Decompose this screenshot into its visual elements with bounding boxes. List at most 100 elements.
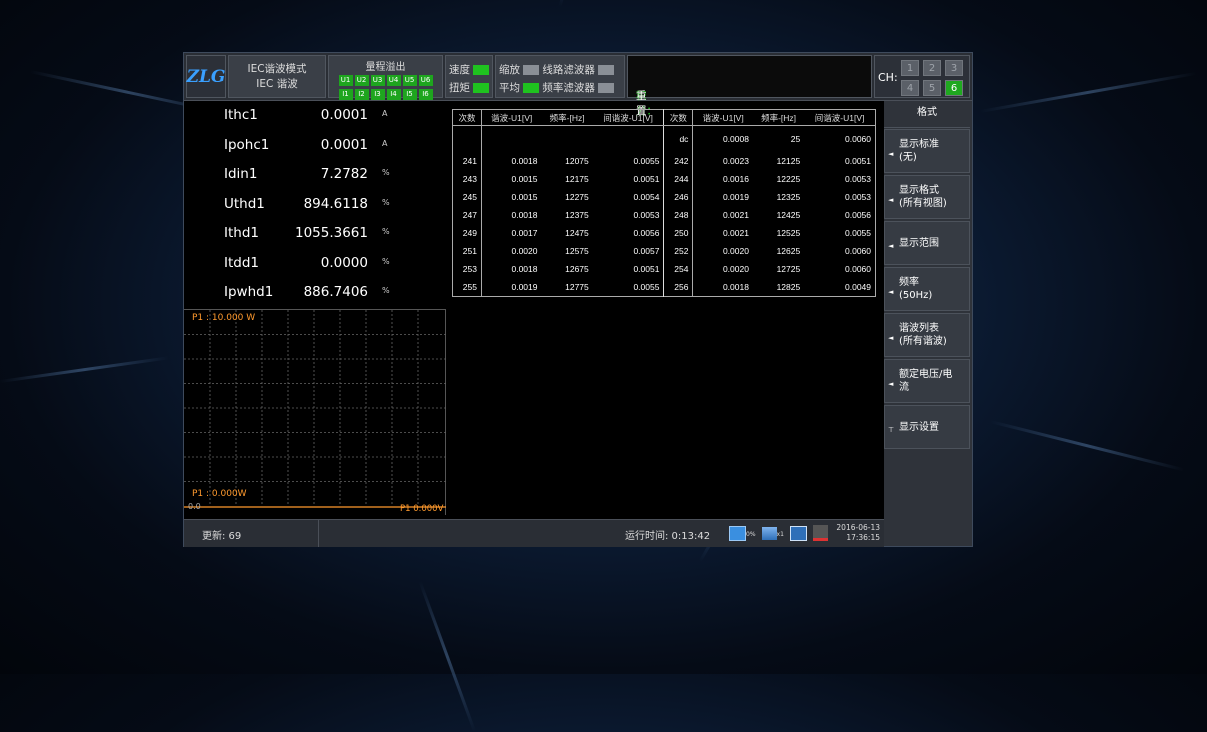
- table-cell: 0.0020: [480, 241, 542, 260]
- table-header-row: 次数 谐波-U1[V] 频率-[Hz] 间谐波-U1[V] 次数 谐波-U1[V] 频率-[…: [452, 109, 876, 126]
- time: 17:36:15: [846, 533, 880, 542]
- status-bar: 更新: 69 运行时间: 0:13:42 0% x1 2016-06-13 17:…: [184, 519, 884, 547]
- table-cell: 12475: [565, 227, 589, 238]
- table-cell: 0.0055: [633, 155, 660, 166]
- average-indicator: [523, 83, 539, 93]
- table-cell: 0.0051: [845, 155, 871, 166]
- table-cell: 12325: [776, 191, 801, 202]
- arrow-left-icon: ◄: [888, 196, 894, 204]
- table-cell: 0.0053: [845, 191, 871, 202]
- menu-item-sublabel: 流: [899, 382, 909, 393]
- table-cell: 12825: [776, 281, 801, 292]
- line-filter-indicator: [597, 65, 614, 75]
- table-cell: 0.0018: [480, 151, 542, 170]
- integration-status: 积分： 重置: [627, 55, 872, 117]
- channel-button-5[interactable]: 5: [923, 80, 941, 96]
- table-cell: 250: [663, 223, 693, 242]
- measurement-row: Idin1 7.2782%: [184, 160, 446, 188]
- menu-item-sublabel: (无): [899, 152, 917, 163]
- menu-item[interactable]: ◄ 显示格式 (所有视图): [884, 175, 970, 219]
- menu-item-sublabel: (所有谐波): [899, 336, 947, 347]
- channel-button-6[interactable]: 6: [945, 80, 963, 96]
- plot-zero-label: 0.0: [188, 502, 201, 511]
- range-indicator-u6: U6: [418, 75, 433, 86]
- menu-item[interactable]: ◄ 显示标准 (无): [884, 129, 970, 173]
- table-cell: 0.0020: [692, 241, 753, 260]
- measurement-row: Ipohc1 0.0001 A: [184, 131, 446, 159]
- runtime: 运行时间: 0:13:42: [625, 531, 711, 542]
- table-cell: 12125: [776, 155, 801, 166]
- table-cell: 0.0051: [633, 173, 660, 184]
- measurement-value: 0.0000: [320, 254, 368, 271]
- background-ray: [418, 580, 477, 732]
- arrow-left-icon: ◄: [888, 242, 894, 250]
- table-header-cell: 间谐波-U1[V]: [804, 109, 876, 126]
- mode-selector[interactable]: IEC谐波模式 IEC 谐波: [228, 55, 326, 98]
- menu-item[interactable]: ◄ 谐波列表 (所有谐波): [884, 313, 970, 357]
- menu-item-sublabel: (所有视图): [899, 198, 947, 209]
- table-cell: 0.0060: [845, 245, 871, 256]
- line-filter-toggle[interactable]: 线路滤波器: [542, 64, 614, 76]
- range-overflow-title: 量程溢出: [365, 62, 406, 73]
- table-header-cell: 频率-[Hz]: [541, 109, 593, 126]
- measurement-row: Ithd1 1055.3661%: [184, 219, 446, 247]
- background-ray: [558, 0, 593, 7]
- table-cell: 0.0015: [480, 187, 542, 206]
- table-cell: 249: [462, 227, 477, 238]
- table-row: 247 0.0018 12375 0.0053 248 0.0021 12425 0.0056: [453, 205, 876, 224]
- table-cell: 0.0018: [692, 277, 753, 296]
- menu-item[interactable]: ◄ 显示范围: [884, 221, 970, 265]
- disk-percent: 0%: [746, 531, 756, 538]
- menu-item-label: 频率: [899, 277, 919, 288]
- freq-filter-indicator: [597, 83, 614, 93]
- measurement-name: Idin1: [224, 166, 258, 182]
- table-row: 241 0.0018 12075 0.0055 242 0.0023 12125 0.0051: [453, 151, 876, 170]
- measurement-unit: %: [382, 286, 390, 295]
- table-cell: 0.0008: [692, 125, 753, 152]
- plot-bottom-label: P1 : 0.000W: [192, 489, 247, 499]
- background-ray: [979, 71, 1197, 113]
- measurement-row: Ipwhd1 886.7406%: [184, 278, 446, 306]
- menu-item[interactable]: ◄ 额定电压/电流: [884, 359, 970, 403]
- table-cell: 12075: [565, 155, 589, 166]
- motor-controls: 速度 扭矩: [445, 55, 493, 98]
- table-cell: 0.0055: [633, 281, 660, 292]
- plot-grid: [184, 310, 446, 508]
- table-cell: 254: [663, 259, 693, 278]
- scale-indicator: [523, 65, 539, 75]
- scale-toggle[interactable]: 缩放: [499, 64, 539, 76]
- network-count: x1: [776, 531, 784, 538]
- disk-icon: [729, 525, 746, 541]
- table-cell: 0.0056: [633, 227, 660, 238]
- channel-button-3[interactable]: 3: [945, 60, 963, 76]
- table-cell: 0.0049: [845, 281, 871, 292]
- range-indicator-u3: U3: [370, 75, 385, 86]
- menu-item-label: 显示设置: [899, 422, 939, 433]
- channel-button-4[interactable]: 4: [901, 80, 919, 96]
- table-cell: 0.0054: [633, 191, 660, 202]
- table-cell: 252: [663, 241, 693, 260]
- measurement-name: Ipwhd1: [224, 284, 274, 300]
- channel-button-2[interactable]: 2: [923, 60, 941, 76]
- torque-control[interactable]: 扭矩: [449, 80, 489, 95]
- table-row: 245 0.0015 12275 0.0054 246 0.0019 12325 0.0053: [453, 187, 876, 206]
- table-row: dc 0.0008 25 0.0060: [453, 125, 876, 152]
- menu-item[interactable]: ⊤ 显示设置: [884, 405, 970, 449]
- freq-filter-toggle[interactable]: 频率滤波器: [542, 82, 614, 94]
- measurement-name: Ithc1: [224, 107, 258, 123]
- table-cell: 251: [462, 245, 477, 256]
- table-cell: 241: [462, 155, 477, 166]
- table-cell: 242: [663, 151, 693, 170]
- table-cell: 0.0051: [633, 263, 660, 274]
- average-toggle[interactable]: 平均: [499, 82, 539, 94]
- menu-item[interactable]: ◄ 频率 (50Hz): [884, 267, 970, 311]
- menu-title: 格式: [884, 101, 970, 128]
- table-cell: 12525: [776, 227, 801, 238]
- measurement-unit: %: [382, 227, 390, 236]
- channel-button-1[interactable]: 1: [901, 60, 919, 76]
- speed-control[interactable]: 速度: [449, 62, 489, 77]
- measurement-row: Ithc1 0.0001 A: [184, 101, 446, 129]
- table-row: 243 0.0015 12175 0.0051 244 0.0016 12225 0.0053: [453, 169, 876, 188]
- analyzer-window: ZLG IEC谐波模式 IEC 谐波 量程溢出 U1 U2 U3 U4 U5 U6 I1 I…: [183, 52, 973, 547]
- measurement-row: Uthd1 894.6118%: [184, 190, 446, 218]
